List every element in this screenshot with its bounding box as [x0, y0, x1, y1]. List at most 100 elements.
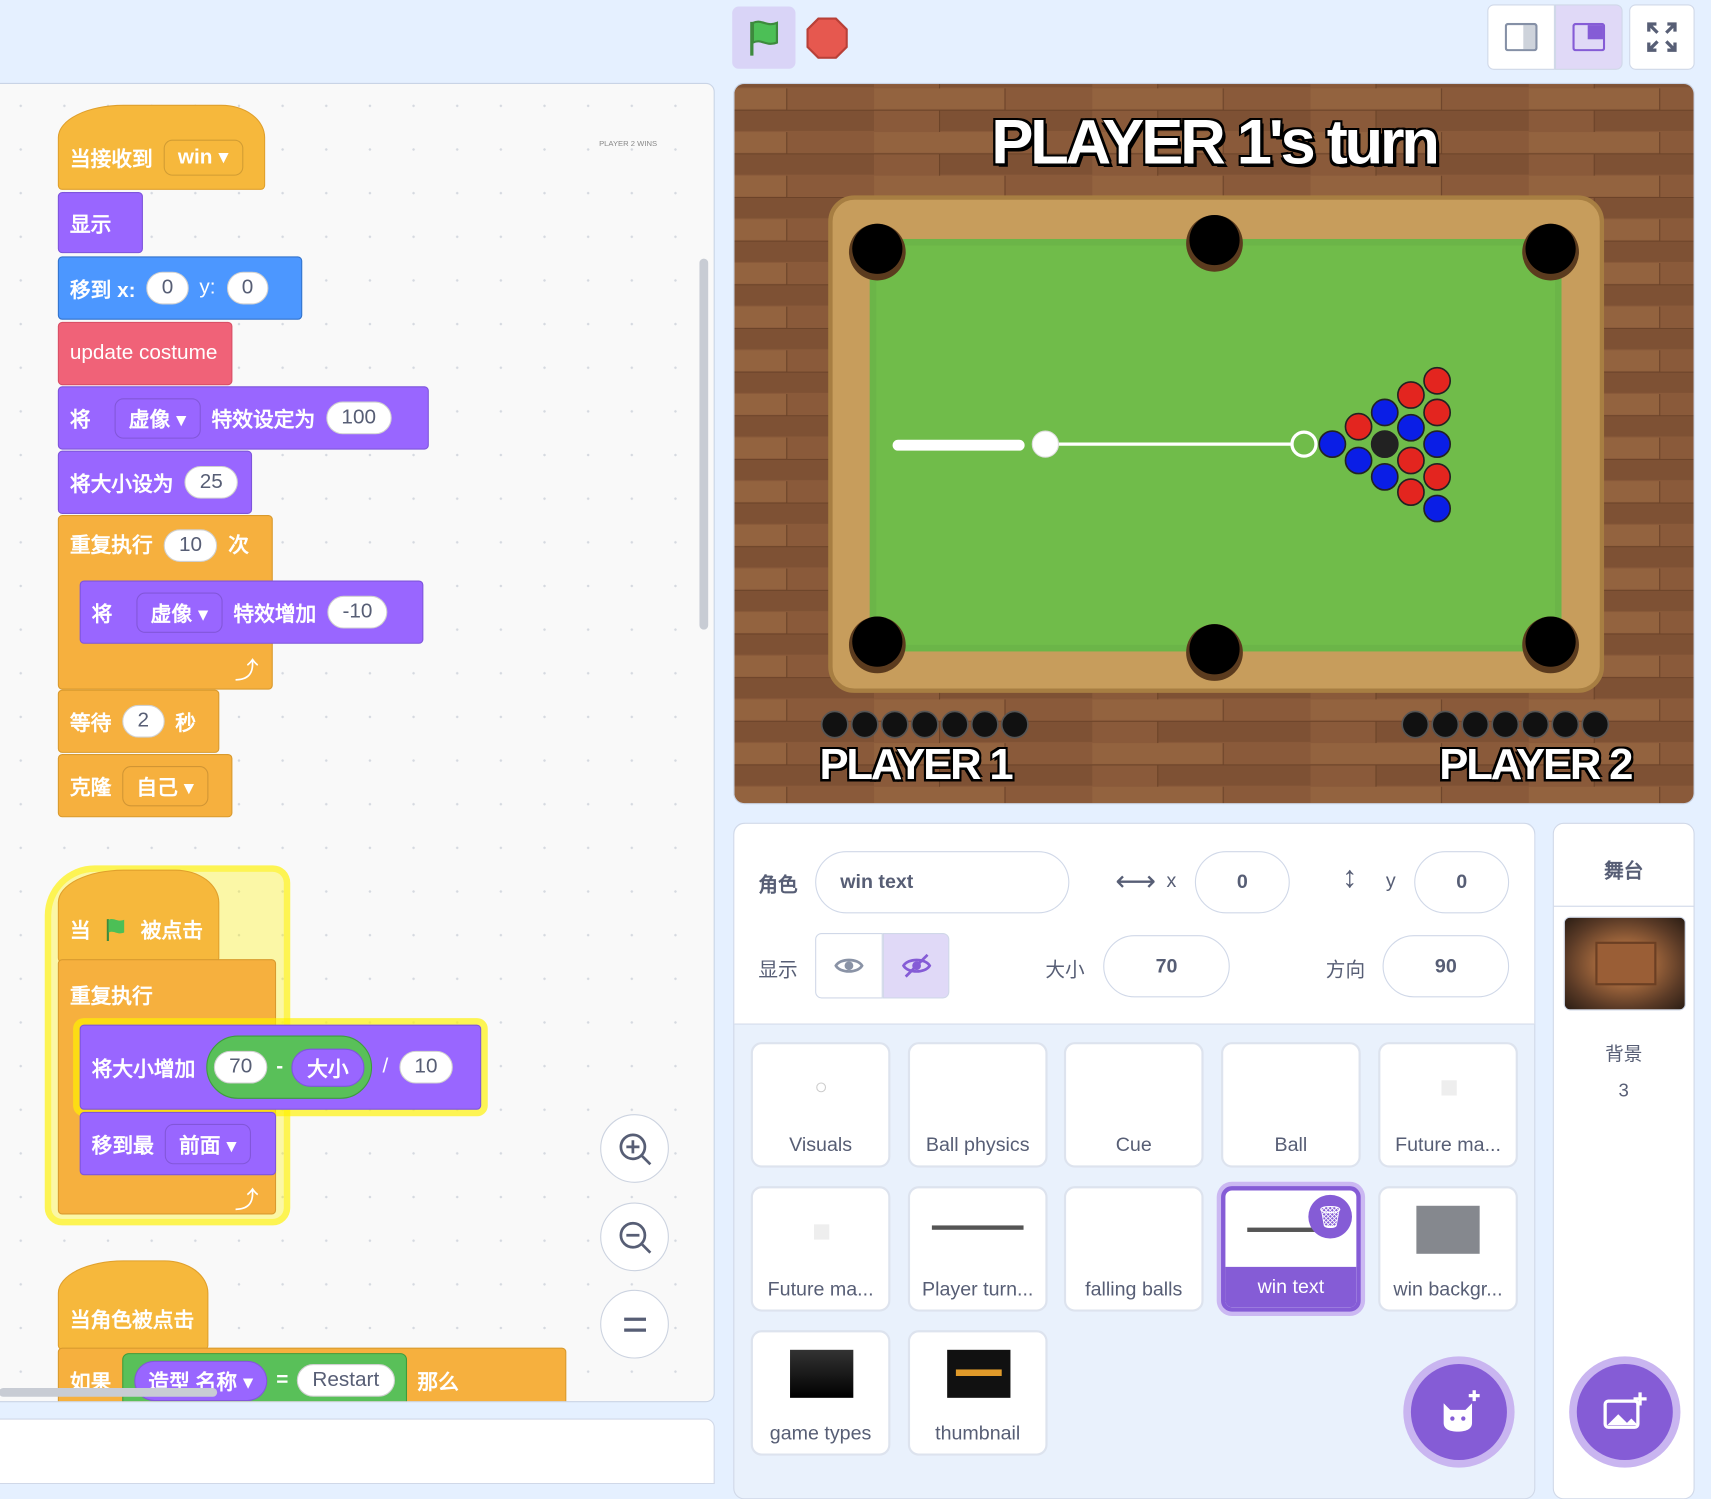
x-input[interactable]: 0 [146, 271, 189, 305]
size-input[interactable]: 70 [1103, 935, 1230, 998]
player1-ball-slot [1000, 710, 1029, 739]
effect-dropdown[interactable]: 虚像 ▾ [114, 397, 201, 439]
cat-plus-icon [1443, 1390, 1480, 1432]
value-input[interactable]: Restart [297, 1364, 395, 1397]
stage[interactable]: PLAYER 1's turn PLAYER 1 PLAYER 2 [733, 82, 1695, 805]
stop-button[interactable] [804, 15, 850, 61]
player2-label: PLAYER 2 [1439, 740, 1633, 789]
backdrop-thumbnail[interactable] [1563, 916, 1686, 1011]
player1-ball-slot [880, 710, 909, 739]
minus-operator[interactable]: 70- 大小 [206, 1035, 372, 1099]
code-workspace[interactable]: PLAYER 2 WINS 当接收到 win ▾ 显示 移到 x: 0 y: 0 upd… [0, 82, 715, 1403]
pool-ball [1423, 366, 1452, 395]
zoom-in-icon [618, 1132, 651, 1165]
pool-ball [1318, 430, 1347, 459]
go-to-front-block[interactable]: 移到最 前面 ▾ [79, 1111, 277, 1176]
green-flag-icon [106, 918, 125, 941]
layer-dropdown[interactable]: 前面 ▾ [164, 1123, 251, 1164]
green-flag-icon [750, 20, 779, 56]
zoom-out-button[interactable] [600, 1202, 669, 1272]
fullscreen-button[interactable] [1629, 4, 1695, 70]
message-dropdown[interactable]: win ▾ [163, 139, 243, 176]
wait-block[interactable]: 等待 2 秒 [57, 689, 220, 753]
sprite-name: Ball [1274, 1133, 1308, 1156]
show-hidden-button[interactable] [882, 932, 950, 999]
sprite-name: win backgr... [1393, 1277, 1503, 1300]
x-input[interactable]: 0 [1194, 851, 1290, 914]
pool-ball [1370, 430, 1399, 459]
sprite-tile[interactable]: thumbnail [907, 1330, 1048, 1456]
set-effect-block[interactable]: 将虚像 ▾ 特效设定为 100 [57, 386, 429, 450]
effect-change-input[interactable]: -10 [327, 595, 388, 629]
sprite-tile[interactable]: win text 🗑 [1221, 1186, 1361, 1312]
x-arrows-icon: ⟷ [1115, 864, 1156, 897]
effect-value-input[interactable]: 100 [326, 401, 392, 435]
y-label: y [1385, 869, 1396, 892]
cue-ball [1031, 430, 1060, 458]
delete-sprite-button[interactable]: 🗑 [1308, 1194, 1352, 1239]
vertical-scrollbar[interactable] [699, 258, 709, 630]
when-receive-block[interactable]: 当接收到 win ▾ [57, 104, 266, 190]
divisor-input[interactable]: 10 [399, 1050, 453, 1084]
zoom-reset-button[interactable] [600, 1289, 669, 1359]
sprite-name: Visuals [789, 1133, 853, 1156]
eye-slash-icon [901, 953, 931, 978]
zoom-in-button[interactable] [600, 1114, 669, 1183]
zoom-out-icon [618, 1221, 651, 1254]
repeat-count-input[interactable]: 10 [163, 529, 218, 562]
size-input[interactable]: 25 [184, 465, 239, 499]
normal-stage-button[interactable] [1554, 4, 1623, 70]
loop-arrow-icon: ⤴ [234, 1186, 259, 1214]
clone-dropdown[interactable]: 自己 ▾ [122, 765, 209, 806]
pool-ball [1423, 398, 1452, 427]
pocket [1189, 214, 1240, 266]
sprite-tile[interactable]: Visuals [750, 1042, 891, 1168]
green-flag-button[interactable] [732, 6, 796, 69]
show-block[interactable]: 显示 [57, 192, 143, 254]
y-arrows-icon: ↕ [1342, 859, 1358, 894]
normal-stage-icon [1572, 22, 1606, 52]
sprite-tile[interactable]: Player turn... [907, 1186, 1048, 1312]
effect-dropdown[interactable]: 虚像 ▾ [136, 591, 223, 633]
when-sprite-clicked-block[interactable]: 当角色被点击 [57, 1260, 209, 1350]
small-stage-button[interactable] [1487, 4, 1555, 70]
sprite-tile[interactable]: falling balls [1063, 1186, 1204, 1312]
sprite-tile[interactable]: game types [750, 1330, 891, 1456]
size-reporter[interactable]: 大小 [291, 1048, 364, 1087]
pocket [1525, 223, 1576, 274]
sprite-tile[interactable]: Future ma... [1378, 1042, 1518, 1168]
sprite-tile[interactable]: Cue [1063, 1042, 1204, 1168]
change-size-block[interactable]: 将大小增加 70- 大小 /10 [79, 1024, 482, 1110]
update-costume-block[interactable]: update costume [57, 321, 233, 386]
goto-xy-block[interactable]: 移到 x: 0 y: 0 [57, 256, 303, 320]
pool-ball [1370, 462, 1399, 491]
choose-backdrop-button[interactable] [1576, 1364, 1673, 1461]
pocket [852, 223, 903, 274]
clone-block[interactable]: 克隆 自己 ▾ [57, 754, 233, 818]
block-label: 当接收到 [69, 147, 153, 171]
wait-input[interactable]: 2 [122, 704, 165, 738]
set-size-block[interactable]: 将大小设为 25 [57, 450, 253, 514]
show-visible-button[interactable] [815, 932, 883, 999]
sprite-name: win text [1225, 1266, 1357, 1308]
sprite-tile[interactable]: Future ma... [750, 1186, 891, 1312]
image-plus-icon [1603, 1392, 1647, 1429]
sprite-name: Player turn... [922, 1277, 1034, 1300]
fullscreen-icon [1647, 22, 1677, 52]
sprite-tile[interactable]: win backgr... [1378, 1186, 1518, 1312]
sprite-tile[interactable]: Ball physics [907, 1042, 1048, 1168]
sprite-tile[interactable]: Ball [1221, 1042, 1361, 1168]
operand-input[interactable]: 70 [213, 1050, 268, 1084]
y-input[interactable]: 0 [226, 271, 269, 305]
player2-ball-slot [1521, 710, 1550, 739]
horizontal-scrollbar[interactable] [0, 1388, 218, 1397]
show-label: 显示 [758, 959, 798, 981]
change-effect-block[interactable]: 将虚像 ▾ 特效增加 -10 [79, 580, 424, 644]
y-input[interactable]: 0 [1414, 851, 1510, 914]
sprite-name-input[interactable]: win text [815, 851, 1070, 914]
direction-input[interactable]: 90 [1382, 935, 1510, 998]
when-flag-clicked-block[interactable]: 当被点击 [57, 869, 220, 963]
sprite-label: 角色 [758, 874, 798, 896]
choose-sprite-button[interactable] [1410, 1364, 1507, 1461]
player2-ball-slot [1491, 710, 1520, 739]
